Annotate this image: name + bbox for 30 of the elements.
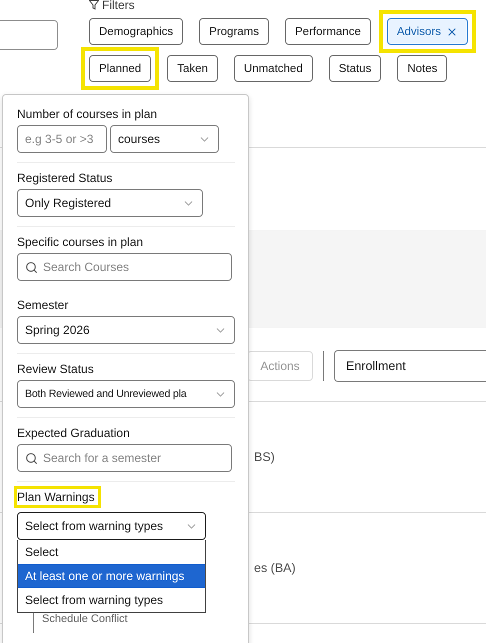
filter-chip[interactable]: Planned bbox=[89, 55, 152, 82]
filter-chip[interactable]: Demographics bbox=[89, 18, 184, 45]
select-field[interactable]: Only Registered bbox=[17, 189, 203, 217]
select-field[interactable]: Both Reviewed and Unreviewed pla bbox=[17, 380, 235, 408]
unit-select[interactable]: courses bbox=[110, 125, 219, 153]
select-field[interactable]: Select from warning types bbox=[17, 512, 206, 540]
field-label: Expected Graduation bbox=[17, 426, 130, 440]
field-label: Specific courses in plan bbox=[17, 235, 144, 249]
program-text: BS) bbox=[254, 450, 275, 464]
field-label: Semester bbox=[17, 298, 68, 312]
filter-chip[interactable]: Unmatched bbox=[234, 55, 313, 82]
filter-chip[interactable]: Programs bbox=[199, 18, 270, 45]
program-text: es (BA) bbox=[254, 561, 296, 575]
field-label: Number of courses in plan bbox=[17, 107, 158, 121]
filter-chip[interactable]: Notes bbox=[397, 55, 448, 82]
search-field[interactable]: Search for a semester bbox=[17, 444, 232, 472]
count-input[interactable]: e.g 3-5 or >3 bbox=[17, 125, 107, 153]
select-field[interactable]: Spring 2026 bbox=[17, 316, 235, 344]
filter-chip[interactable]: Taken bbox=[167, 55, 218, 82]
filters-title: Filters bbox=[102, 0, 135, 12]
filter-chip[interactable]: Status bbox=[328, 55, 382, 82]
field-label: Review Status bbox=[17, 362, 94, 376]
filter-chip[interactable]: Advisors bbox=[386, 18, 468, 45]
list-item: Schedule Conflict bbox=[33, 613, 235, 633]
field-label: Registered Status bbox=[17, 171, 112, 185]
view-select[interactable]: Enrollment bbox=[334, 350, 486, 382]
search-field[interactable]: Search Courses bbox=[17, 253, 232, 281]
filter-chip[interactable]: Performance bbox=[285, 18, 371, 45]
field-label: Plan Warnings bbox=[17, 490, 95, 504]
dropdown-option[interactable]: At least one or more warnings bbox=[18, 564, 205, 588]
